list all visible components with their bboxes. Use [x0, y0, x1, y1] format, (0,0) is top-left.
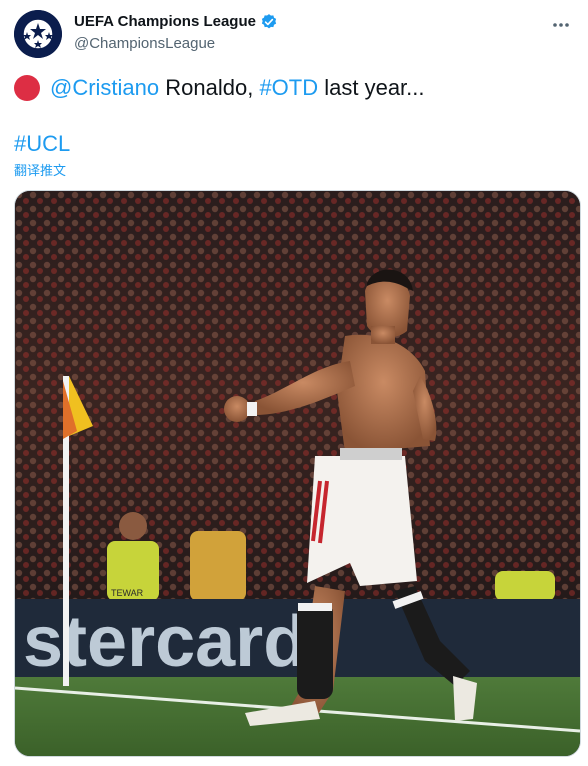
hashtag-otd-link[interactable]: #OTD — [259, 75, 318, 100]
hashtag-ucl-link[interactable]: #UCL — [14, 131, 70, 156]
steward-vest-text: TEWAR — [111, 588, 144, 598]
avatar[interactable] — [14, 10, 62, 58]
tweet-photo[interactable]: stercard TEWAR — [14, 190, 581, 757]
tweet-text: @Cristiano Ronaldo, #OTD last year... — [14, 74, 425, 102]
display-name-row[interactable]: UEFA Champions League — [74, 12, 278, 32]
celebration-photo: stercard TEWAR — [15, 191, 580, 756]
hashtag-line: #UCL — [14, 130, 70, 158]
red-circle-emoji-icon — [14, 75, 40, 101]
more-options-icon[interactable] — [548, 12, 574, 38]
tweet-text-segment: Ronaldo, — [159, 75, 260, 100]
display-name[interactable]: UEFA Champions League — [74, 12, 256, 32]
account-handle[interactable]: @ChampionsLeague — [74, 34, 278, 54]
verified-badge-icon — [261, 14, 277, 29]
tweet-header: UEFA Champions League @ChampionsLeague — [14, 10, 578, 60]
translate-tweet-link[interactable]: 翻译推文 — [14, 160, 66, 179]
tweet-text-tail: last year... — [318, 75, 425, 100]
mention-link[interactable]: @Cristiano — [50, 75, 159, 100]
champions-league-starball-logo-icon — [14, 10, 62, 58]
